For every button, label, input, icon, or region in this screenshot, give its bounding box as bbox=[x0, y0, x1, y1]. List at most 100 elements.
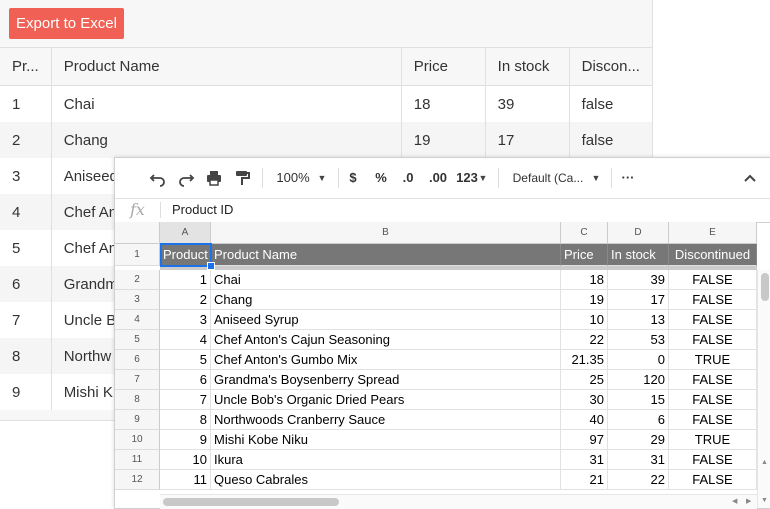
cell-in-stock[interactable]: 120 bbox=[608, 370, 669, 390]
chevron-down-icon[interactable]: ▼ bbox=[589, 168, 603, 188]
grid-row[interactable]: 2 Chang 19 17 false bbox=[0, 122, 652, 158]
cell-in-stock[interactable]: 53 bbox=[608, 330, 669, 350]
grid-cell[interactable]: 2 bbox=[0, 122, 52, 158]
scrollbar-thumb[interactable] bbox=[163, 498, 339, 506]
row-header[interactable]: 10 bbox=[115, 430, 160, 450]
font-family-select[interactable]: Default (Ca... bbox=[508, 168, 588, 188]
row-header[interactable]: 2 bbox=[115, 270, 160, 290]
grid-header-cell[interactable]: Product Name bbox=[51, 47, 402, 86]
number-format-select[interactable]: 123 bbox=[454, 168, 480, 188]
grid-cell[interactable]: 17 bbox=[485, 122, 570, 158]
cell-product-name[interactable]: Chef Anton's Gumbo Mix bbox=[211, 350, 561, 370]
grid-cell[interactable]: 9 bbox=[0, 374, 52, 410]
row-header[interactable]: 11 bbox=[115, 450, 160, 470]
cell-discontinued[interactable]: FALSE bbox=[669, 450, 757, 470]
cell-in-stock[interactable]: 31 bbox=[608, 450, 669, 470]
cell-price[interactable]: 10 bbox=[561, 310, 608, 330]
cell-in-stock[interactable]: 29 bbox=[608, 430, 669, 450]
cell-in-stock[interactable]: 15 bbox=[608, 390, 669, 410]
column-header[interactable]: C bbox=[561, 222, 608, 244]
column-header[interactable]: A bbox=[160, 222, 211, 244]
row-header[interactable]: 1 bbox=[115, 244, 160, 266]
cell-product-id[interactable]: 7 bbox=[160, 390, 211, 410]
header-cell-price[interactable]: Price bbox=[561, 244, 608, 266]
cell-discontinued[interactable]: FALSE bbox=[669, 310, 757, 330]
cell-product-id[interactable]: 5 bbox=[160, 350, 211, 370]
row-header[interactable]: 4 bbox=[115, 310, 160, 330]
increase-decimal-button[interactable]: .00 bbox=[425, 168, 451, 188]
scroll-left-icon[interactable]: ◀ bbox=[732, 497, 737, 507]
paint-format-icon[interactable] bbox=[232, 168, 252, 188]
header-cell-in-stock[interactable]: In stock bbox=[608, 244, 669, 266]
cell-product-id[interactable]: 6 bbox=[160, 370, 211, 390]
grid-cell[interactable]: 1 bbox=[0, 85, 52, 122]
grid-cell[interactable]: Chai bbox=[51, 85, 402, 122]
cell-product-name[interactable]: Uncle Bob's Organic Dried Pears bbox=[211, 390, 561, 410]
cell-discontinued[interactable]: FALSE bbox=[669, 470, 757, 490]
cell-product-name[interactable]: Queso Cabrales bbox=[211, 470, 561, 490]
more-options-button[interactable]: ··· bbox=[618, 168, 638, 188]
cell-product-name[interactable]: Grandma's Boysenberry Spread bbox=[211, 370, 561, 390]
grid-cell[interactable]: 5 bbox=[0, 230, 52, 266]
cell-discontinued[interactable]: FALSE bbox=[669, 270, 757, 290]
grid-header-cell[interactable]: Pr... bbox=[0, 47, 52, 86]
decrease-decimal-button[interactable]: .0 bbox=[398, 168, 418, 188]
grid-header-cell[interactable]: In stock bbox=[485, 47, 570, 86]
row-header[interactable]: 8 bbox=[115, 390, 160, 410]
cell-product-name[interactable]: Chai bbox=[211, 270, 561, 290]
cell-price[interactable]: 40 bbox=[561, 410, 608, 430]
cell-in-stock[interactable]: 13 bbox=[608, 310, 669, 330]
grid-cell[interactable]: 4 bbox=[0, 194, 52, 230]
grid-cell[interactable]: 8 bbox=[0, 338, 52, 374]
scroll-up-icon[interactable]: ▲ bbox=[761, 458, 768, 468]
grid-cell[interactable]: 39 bbox=[485, 85, 570, 122]
grid-cell[interactable]: false bbox=[569, 122, 652, 158]
cell-price[interactable]: 31 bbox=[561, 450, 608, 470]
cell-discontinued[interactable]: TRUE bbox=[669, 430, 757, 450]
redo-icon[interactable] bbox=[176, 168, 196, 188]
cell-price[interactable]: 25 bbox=[561, 370, 608, 390]
cell-price[interactable]: 21.35 bbox=[561, 350, 608, 370]
cell-product-id[interactable]: 9 bbox=[160, 430, 211, 450]
column-header[interactable]: E bbox=[669, 222, 757, 244]
cell-discontinued[interactable]: FALSE bbox=[669, 330, 757, 350]
cell-product-name[interactable]: Chef Anton's Cajun Seasoning bbox=[211, 330, 561, 350]
grid-header-cell[interactable]: Discon... bbox=[569, 47, 652, 86]
cell-in-stock[interactable]: 0 bbox=[608, 350, 669, 370]
collapse-toolbar-icon[interactable] bbox=[742, 168, 758, 188]
print-icon[interactable] bbox=[204, 168, 224, 188]
row-header[interactable]: 9 bbox=[115, 410, 160, 430]
grid-cell[interactable]: false bbox=[569, 85, 652, 122]
cell-price[interactable]: 30 bbox=[561, 390, 608, 410]
formula-input[interactable]: Product ID bbox=[172, 202, 233, 217]
currency-format-button[interactable]: $ bbox=[345, 168, 361, 188]
select-all-corner[interactable] bbox=[115, 222, 160, 244]
grid-row[interactable]: 1 Chai 18 39 false bbox=[0, 85, 652, 122]
cell-product-name[interactable]: Ikura bbox=[211, 450, 561, 470]
column-header[interactable]: D bbox=[608, 222, 669, 244]
grid-cell[interactable]: 19 bbox=[401, 122, 486, 158]
fill-handle[interactable] bbox=[207, 262, 215, 270]
row-header[interactable]: 3 bbox=[115, 290, 160, 310]
cell-product-id[interactable]: 8 bbox=[160, 410, 211, 430]
cell-discontinued[interactable]: FALSE bbox=[669, 410, 757, 430]
header-cell-discontinued[interactable]: Discontinued bbox=[669, 244, 757, 266]
cell-product-name[interactable]: Northwoods Cranberry Sauce bbox=[211, 410, 561, 430]
grid-cell[interactable]: 18 bbox=[401, 85, 486, 122]
cell-in-stock[interactable]: 39 bbox=[608, 270, 669, 290]
percent-format-button[interactable]: % bbox=[373, 168, 389, 188]
cell-price[interactable]: 21 bbox=[561, 470, 608, 490]
row-header[interactable]: 5 bbox=[115, 330, 160, 350]
chevron-down-icon[interactable]: ▼ bbox=[315, 168, 329, 188]
cell-discontinued[interactable]: FALSE bbox=[669, 390, 757, 410]
cell-product-name[interactable]: Aniseed Syrup bbox=[211, 310, 561, 330]
cell-in-stock[interactable]: 22 bbox=[608, 470, 669, 490]
cell-product-id[interactable]: 4 bbox=[160, 330, 211, 350]
scroll-down-icon[interactable]: ▼ bbox=[761, 496, 768, 506]
cell-selection[interactable] bbox=[160, 243, 212, 267]
column-header[interactable]: B bbox=[211, 222, 561, 244]
cell-discontinued[interactable]: FALSE bbox=[669, 370, 757, 390]
cell-product-name[interactable]: Mishi Kobe Niku bbox=[211, 430, 561, 450]
cell-in-stock[interactable]: 17 bbox=[608, 290, 669, 310]
cell-product-id[interactable]: 1 bbox=[160, 270, 211, 290]
